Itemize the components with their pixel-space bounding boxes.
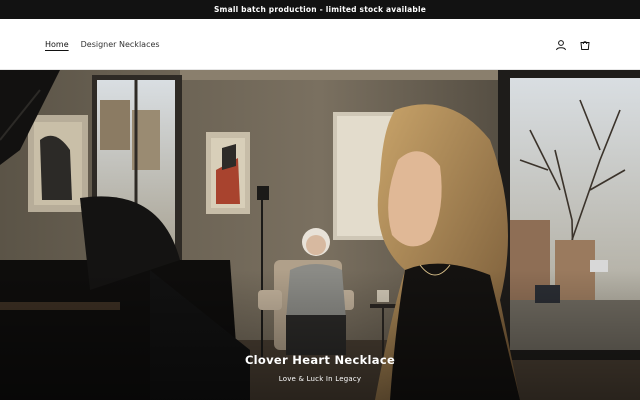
hero-image <box>0 70 640 400</box>
main-nav: Home Designer Necklaces <box>45 19 160 70</box>
hero-banner[interactable]: Clover Heart Necklace Love & Luck In Leg… <box>0 70 640 400</box>
announcement-text: Small batch production - limited stock a… <box>213 5 427 14</box>
site-header: Home Designer Necklaces <box>0 19 640 70</box>
announcement-bar: Small batch production - limited stock a… <box>0 0 640 19</box>
account-icon[interactable] <box>554 38 568 52</box>
cart-icon[interactable] <box>578 38 592 52</box>
hero-subtitle: Love & Luck In Legacy <box>278 375 362 383</box>
header-actions <box>554 19 592 70</box>
nav-link-home[interactable]: Home <box>45 40 69 49</box>
nav-link-designer-necklaces[interactable]: Designer Necklaces <box>81 40 160 49</box>
hero-title: Clover Heart Necklace <box>244 353 396 367</box>
